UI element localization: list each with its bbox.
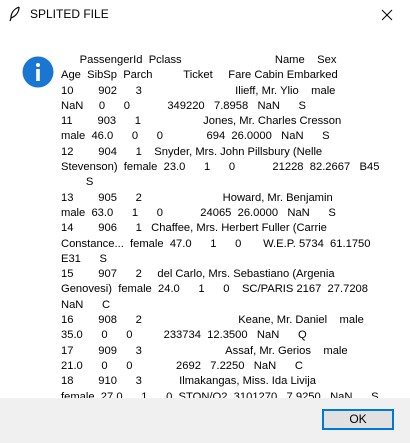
message-box-window: SPLITED FILE PassengerId Pclass Name Sex…: [0, 0, 410, 443]
close-button[interactable]: [364, 0, 410, 30]
message-text: PassengerId Pclass Name Sex Age SibSp Pa…: [61, 54, 380, 433]
button-bar: OK: [0, 398, 410, 443]
window-title: SPLITED FILE: [30, 7, 109, 21]
ok-button[interactable]: OK: [322, 409, 394, 430]
dialog-body: PassengerId Pclass Name Sex Age SibSp Pa…: [0, 30, 410, 433]
title-bar: SPLITED FILE: [0, 0, 410, 30]
feather-icon: [8, 6, 22, 22]
close-icon: [381, 9, 393, 21]
info-icon: [22, 56, 54, 88]
